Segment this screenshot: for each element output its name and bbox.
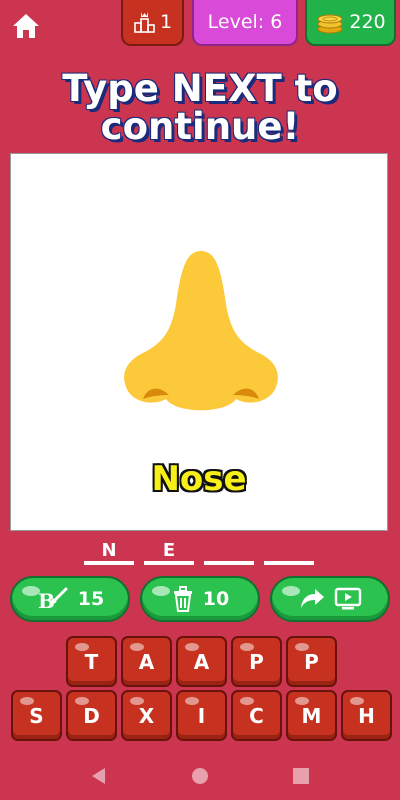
key-label: M [301, 703, 322, 728]
podium-icon [134, 12, 155, 33]
key-label: A [193, 649, 210, 674]
key-label: I [197, 703, 206, 728]
answer-slot[interactable]: E [144, 537, 194, 565]
letter-key[interactable]: T [66, 636, 117, 687]
trash-icon [173, 586, 192, 612]
key-label: T [84, 649, 99, 674]
letter-key[interactable]: I [176, 690, 227, 741]
answer-slot[interactable] [204, 537, 254, 565]
key-label: C [249, 703, 264, 728]
letter-key[interactable]: S [11, 690, 62, 741]
share-arrow-icon [301, 589, 324, 608]
answer-slot[interactable]: N [84, 537, 134, 565]
answer-slot[interactable] [264, 537, 314, 565]
system-nav-bar [0, 750, 400, 800]
letter-key[interactable]: D [66, 690, 117, 741]
top-bar: 1 Level: 6 220 [0, 0, 400, 50]
reveal-letter-button[interactable]: B 15 [10, 576, 130, 622]
letter-key[interactable]: H [341, 690, 392, 741]
nose-icon [124, 251, 278, 411]
letter-key[interactable]: A [176, 636, 227, 687]
coins-count: 220 [349, 11, 386, 33]
key-label: P [304, 649, 319, 674]
reveal-cost: 15 [77, 588, 105, 610]
level-label: Level: 6 [207, 11, 283, 33]
answer-word: Nose [151, 459, 247, 499]
answer-slots: N E [84, 537, 314, 565]
share-video-button[interactable] [270, 576, 390, 622]
recents-icon[interactable] [291, 766, 311, 786]
rank-count: 1 [159, 11, 173, 33]
key-label: P [249, 649, 264, 674]
key-label: A [138, 649, 155, 674]
home-button[interactable] [10, 10, 42, 42]
key-label: D [83, 703, 100, 728]
home-nav-icon[interactable] [190, 766, 210, 786]
key-label: H [358, 703, 375, 728]
title-line-1: Type NEXT to [62, 67, 338, 110]
key-label: X [138, 703, 155, 728]
home-icon [13, 14, 39, 38]
level-indicator: Level: 6 [192, 0, 298, 46]
letter-key[interactable]: M [286, 690, 337, 741]
page-title: Type NEXT to continue! [0, 70, 400, 146]
key-label: S [29, 703, 44, 728]
letter-key[interactable]: P [231, 636, 282, 687]
letter-key[interactable]: C [231, 690, 282, 741]
coins-button[interactable]: 220 [305, 0, 396, 46]
title-line-2: continue! [100, 105, 300, 148]
remove-cost: 10 [202, 588, 230, 610]
back-icon[interactable] [89, 766, 109, 786]
remove-letters-button[interactable]: 10 [140, 576, 260, 622]
letter-key[interactable]: A [121, 636, 172, 687]
letter-key[interactable]: X [121, 690, 172, 741]
leaderboard-button[interactable]: 1 [121, 0, 184, 46]
puzzle-card: Nose [10, 153, 388, 531]
coins-icon [317, 14, 343, 34]
video-ad-icon [334, 587, 362, 610]
brush-letter-icon: B [38, 587, 68, 612]
letter-key[interactable]: P [286, 636, 337, 687]
